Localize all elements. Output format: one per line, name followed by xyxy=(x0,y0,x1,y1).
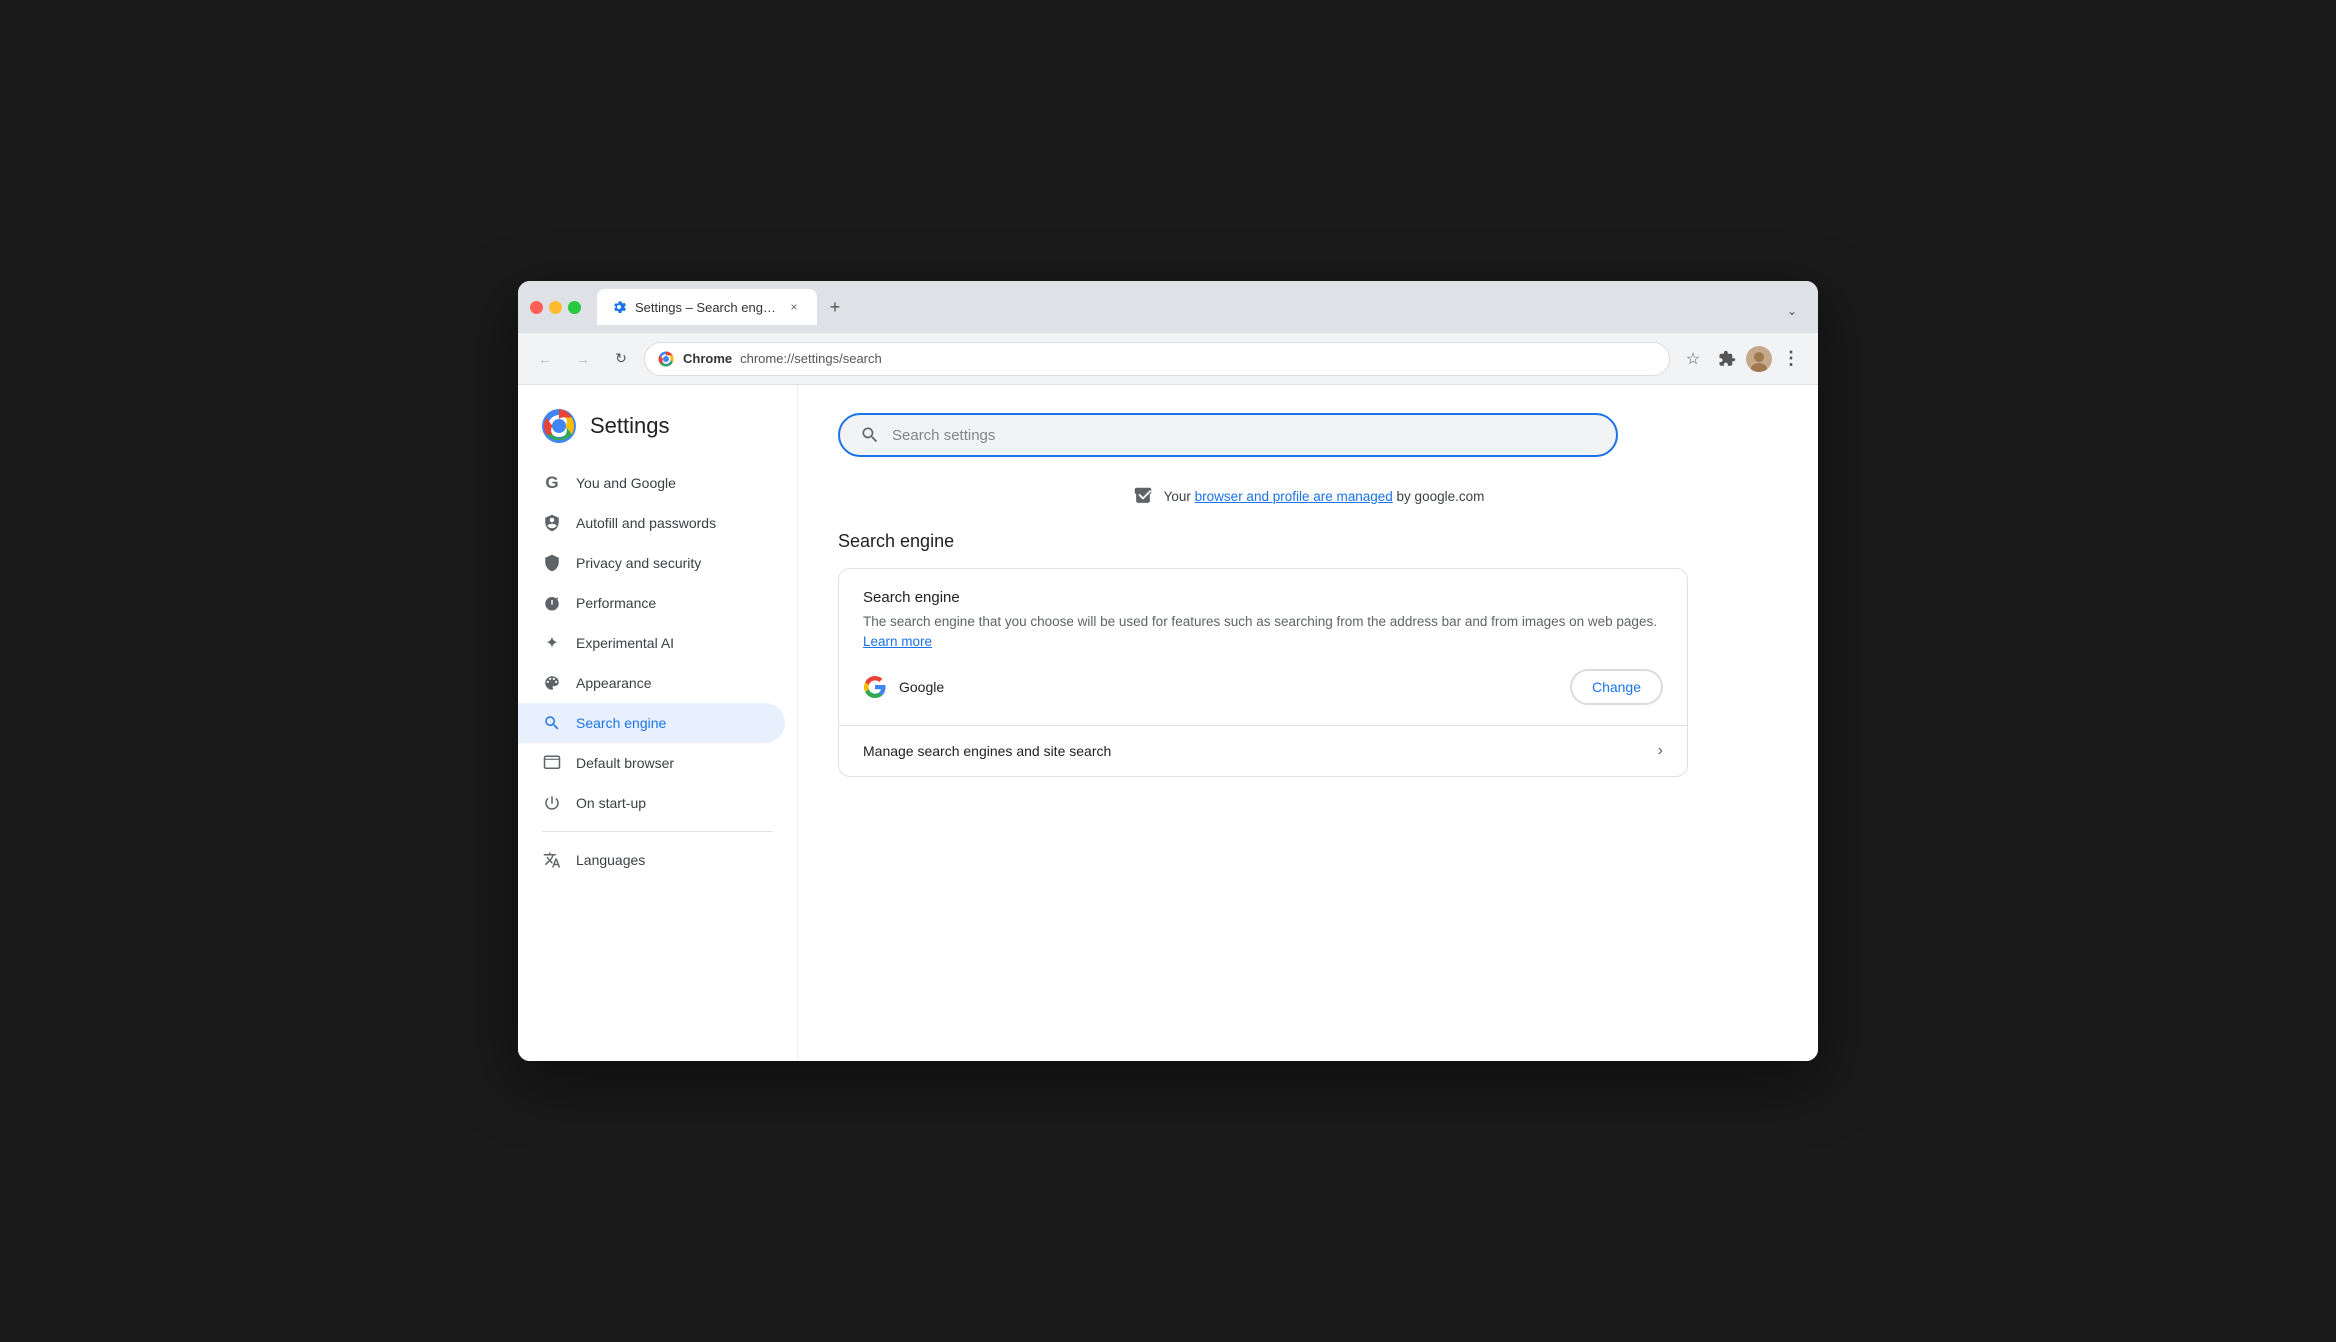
search-bar[interactable] xyxy=(838,413,1618,457)
sidebar-label-search-engine: Search engine xyxy=(576,715,666,731)
title-bar: Settings – Search engine × + ⌄ xyxy=(518,281,1818,333)
content-area: Your browser and profile are managed by … xyxy=(798,385,1818,1061)
sidebar-label-experimental-ai: Experimental AI xyxy=(576,635,674,651)
sidebar-item-languages[interactable]: Languages xyxy=(518,840,785,880)
browser-window: Settings – Search engine × + ⌄ ← → ↻ Chr… xyxy=(518,281,1818,1061)
tab-label: Settings – Search engine xyxy=(635,300,777,315)
managed-notice: Your browser and profile are managed by … xyxy=(838,485,1778,507)
manage-search-engines-row[interactable]: Manage search engines and site search › xyxy=(839,726,1687,776)
sidebar: Settings G You and Google Autofill and p… xyxy=(518,385,798,1061)
maximize-window-button[interactable] xyxy=(568,301,581,314)
privacy-icon xyxy=(542,553,562,573)
toolbar-actions: ☆ ⋮ xyxy=(1678,344,1806,374)
sidebar-label-on-startup: On start-up xyxy=(576,795,646,811)
address-bar[interactable]: Chrome chrome://settings/search xyxy=(644,342,1670,376)
settings-header: Settings xyxy=(518,405,797,463)
default-browser-icon xyxy=(542,753,562,773)
settings-chrome-logo xyxy=(542,409,576,443)
avatar-image xyxy=(1746,346,1772,372)
sidebar-label-default-browser: Default browser xyxy=(576,755,674,771)
search-bar-wrapper xyxy=(838,413,1778,457)
sidebar-item-experimental-ai[interactable]: ✦ Experimental AI xyxy=(518,623,785,663)
card-section-desc: The search engine that you choose will b… xyxy=(863,612,1663,653)
languages-icon xyxy=(542,850,562,870)
forward-button[interactable]: → xyxy=(568,344,598,374)
you-and-google-icon: G xyxy=(542,473,562,493)
current-engine-name: Google xyxy=(899,679,1558,695)
search-engine-section-title: Search engine xyxy=(838,531,1778,552)
sidebar-label-performance: Performance xyxy=(576,595,656,611)
change-engine-button[interactable]: Change xyxy=(1570,669,1663,705)
sidebar-item-privacy[interactable]: Privacy and security xyxy=(518,543,785,583)
sidebar-item-autofill[interactable]: Autofill and passwords xyxy=(518,503,785,543)
back-button[interactable]: ← xyxy=(530,344,560,374)
card-section-title: Search engine xyxy=(863,589,1663,606)
sidebar-item-on-startup[interactable]: On start-up xyxy=(518,783,785,823)
toolbar: ← → ↻ Chrome chrome://settings/search ☆ xyxy=(518,333,1818,385)
more-menu-button[interactable]: ⋮ xyxy=(1776,344,1806,374)
main-area: Settings G You and Google Autofill and p… xyxy=(518,385,1818,1061)
search-engine-card-section1: Search engine The search engine that you… xyxy=(839,569,1687,726)
manage-search-engines-label: Manage search engines and site search xyxy=(863,743,1111,759)
sidebar-label-autofill: Autofill and passwords xyxy=(576,515,716,531)
autofill-icon xyxy=(542,513,562,533)
reload-button[interactable]: ↻ xyxy=(606,344,636,374)
address-url-text: chrome://settings/search xyxy=(740,351,1657,366)
tab-close-button[interactable]: × xyxy=(785,298,803,316)
sidebar-item-search-engine[interactable]: Search engine xyxy=(518,703,785,743)
extensions-icon xyxy=(1718,350,1736,368)
extensions-button[interactable] xyxy=(1712,344,1742,374)
sidebar-label-privacy: Privacy and security xyxy=(576,555,701,571)
sidebar-item-you-and-google[interactable]: G You and Google xyxy=(518,463,785,503)
search-settings-input[interactable] xyxy=(892,427,1596,444)
search-settings-icon xyxy=(860,425,880,445)
experimental-ai-icon: ✦ xyxy=(542,633,562,653)
managed-notice-icon xyxy=(1132,485,1154,507)
sidebar-label-appearance: Appearance xyxy=(576,675,652,691)
managed-notice-text: Your browser and profile are managed by … xyxy=(1164,489,1485,504)
settings-page-title: Settings xyxy=(590,413,670,439)
sidebar-item-default-browser[interactable]: Default browser xyxy=(518,743,785,783)
sidebar-divider xyxy=(542,831,773,832)
sidebar-label-you-and-google: You and Google xyxy=(576,475,676,491)
managed-link[interactable]: browser and profile are managed xyxy=(1195,489,1393,504)
sidebar-item-performance[interactable]: Performance xyxy=(518,583,785,623)
bookmark-button[interactable]: ☆ xyxy=(1678,344,1708,374)
active-tab[interactable]: Settings – Search engine × xyxy=(597,289,817,325)
search-engine-card: Search engine The search engine that you… xyxy=(838,568,1688,777)
search-engine-row: Google Change xyxy=(863,669,1663,705)
google-g-icon xyxy=(863,675,887,699)
traffic-lights xyxy=(530,301,581,314)
appearance-icon xyxy=(542,673,562,693)
on-startup-icon xyxy=(542,793,562,813)
user-avatar[interactable] xyxy=(1746,346,1772,372)
site-name-label: Chrome xyxy=(683,351,732,366)
sidebar-label-languages: Languages xyxy=(576,852,645,868)
tab-list-dropdown[interactable]: ⌄ xyxy=(1778,297,1806,325)
new-tab-button[interactable]: + xyxy=(821,293,849,321)
minimize-window-button[interactable] xyxy=(549,301,562,314)
search-engine-icon xyxy=(542,713,562,733)
close-window-button[interactable] xyxy=(530,301,543,314)
learn-more-link[interactable]: Learn more xyxy=(863,634,932,649)
settings-tab-icon xyxy=(611,299,627,315)
sidebar-item-appearance[interactable]: Appearance xyxy=(518,663,785,703)
tab-bar: Settings – Search engine × + ⌄ xyxy=(597,289,1806,325)
performance-icon xyxy=(542,593,562,613)
chrome-site-icon xyxy=(657,350,675,368)
manage-search-engines-chevron: › xyxy=(1658,742,1663,760)
